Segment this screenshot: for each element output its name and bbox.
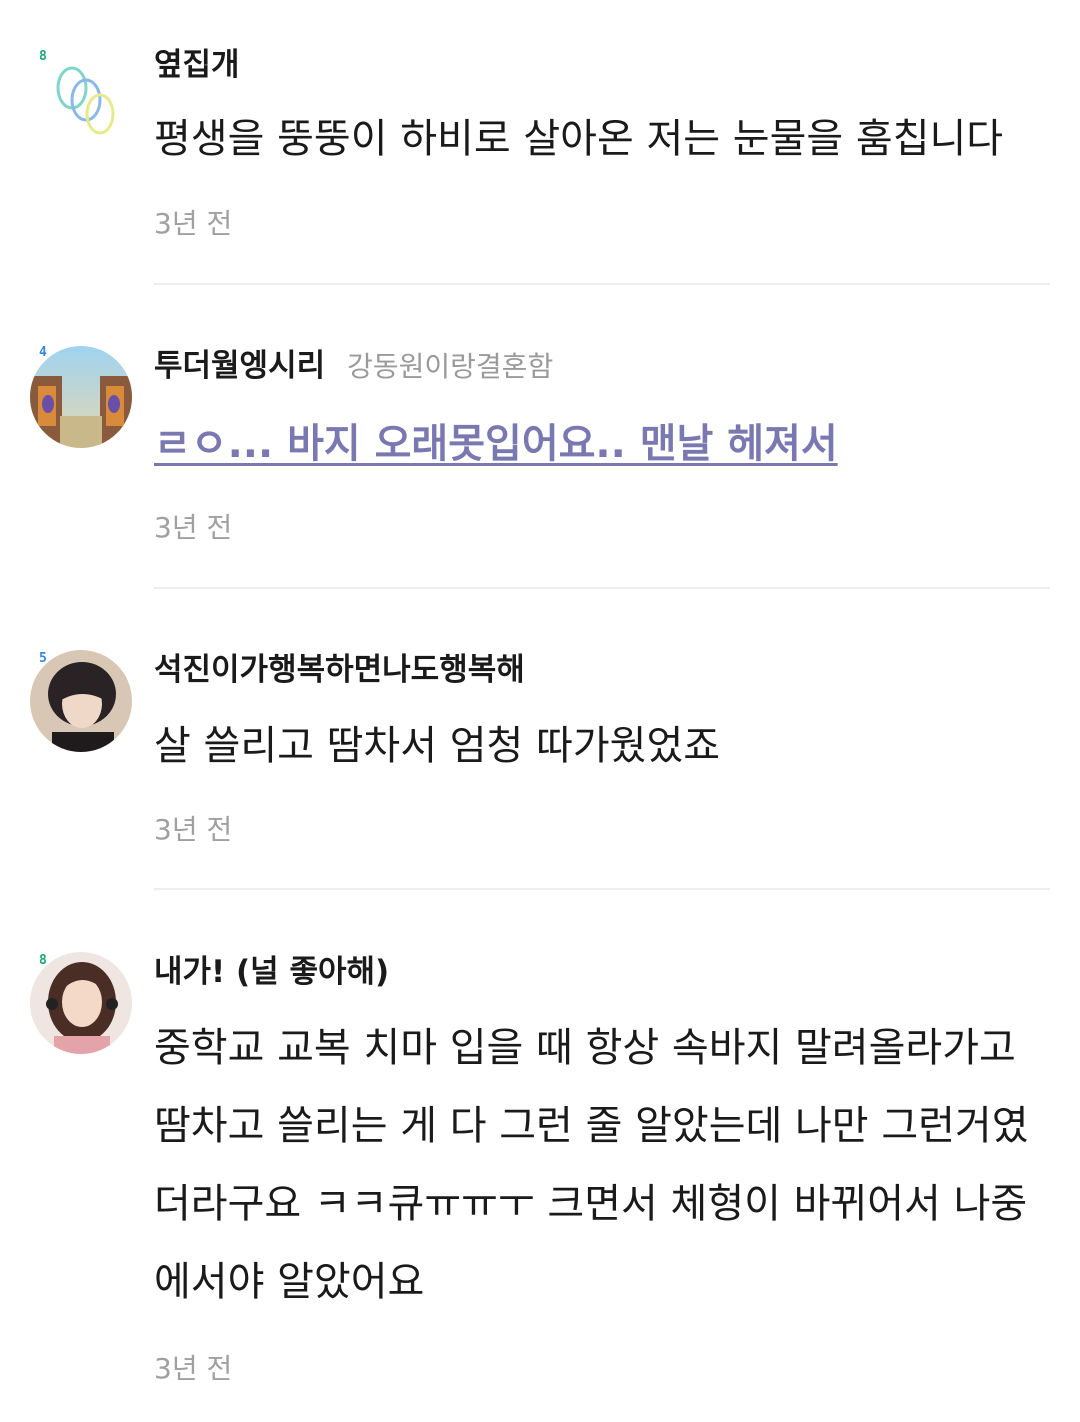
- ring-logo-icon: [56, 66, 115, 135]
- nickname[interactable]: 석진이가행복하면나도행복해: [154, 650, 525, 690]
- illustration-icon: [30, 346, 132, 448]
- divider: [154, 888, 1050, 890]
- timestamp-text: 3년 전: [154, 511, 233, 544]
- comment-text: ㄹㅇ... 바지 오래못입어요.. 맨날 헤져서: [154, 405, 1054, 483]
- level-badge: 4: [39, 345, 47, 360]
- timestamp-text: 3년 전: [154, 813, 233, 846]
- level-badge: 5: [39, 651, 47, 666]
- comment-body: 평생을 뚱뚱이 하비로 살아온 저는 눈물을 훔칩니다: [154, 116, 1004, 162]
- sub-nickname: 강동원이랑결혼함: [347, 350, 554, 383]
- timestamp: 3년 전: [154, 1351, 232, 1387]
- timestamp-text: 3년 전: [154, 207, 233, 240]
- divider: [154, 587, 1050, 589]
- comment-link[interactable]: ㄹㅇ... 바지 오래못입어요.. 맨날 헤져서: [154, 421, 838, 467]
- timestamp-text: 3년 전: [154, 1352, 233, 1385]
- nickname-text[interactable]: 투더월엥시리: [154, 348, 325, 384]
- comment-text: 살 쓸리고 땀차서 엄청 따가웠었죠: [154, 707, 1054, 785]
- comment-text: 중학교 교복 치마 입을 때 항상 속바지 말려올라가고 땀차고 쓸리는 게 다…: [154, 1009, 1044, 1321]
- user-avatar[interactable]: [30, 52, 132, 154]
- level-badge: 8: [39, 953, 47, 968]
- timestamp: 3년 전: [154, 206, 232, 242]
- user-avatar[interactable]: [30, 346, 132, 448]
- comment-text: 평생을 뚱뚱이 하비로 살아온 저는 눈물을 훔칩니다: [154, 100, 1054, 178]
- comment-body: 중학교 교복 치마 입을 때 항상 속바지 말려올라가고 땀차고 쓸리는 게 다…: [154, 1025, 1029, 1305]
- nickname-text[interactable]: 석진이가행복하면나도행복해: [154, 652, 525, 688]
- nickname-text[interactable]: 옆집개: [154, 47, 240, 83]
- nickname[interactable]: 옆집개: [154, 45, 240, 85]
- nickname[interactable]: 내가! (널 좋아해): [154, 952, 389, 992]
- timestamp: 3년 전: [154, 510, 232, 546]
- timestamp: 3년 전: [154, 812, 232, 848]
- level-badge: 8: [39, 49, 47, 64]
- divider: [154, 283, 1050, 285]
- nickname[interactable]: 투더월엥시리 강동원이랑결혼함: [154, 346, 553, 387]
- nickname-text[interactable]: 내가! (널 좋아해): [154, 954, 389, 990]
- comment-body: 살 쓸리고 땀차서 엄청 따가웠었죠: [154, 723, 721, 769]
